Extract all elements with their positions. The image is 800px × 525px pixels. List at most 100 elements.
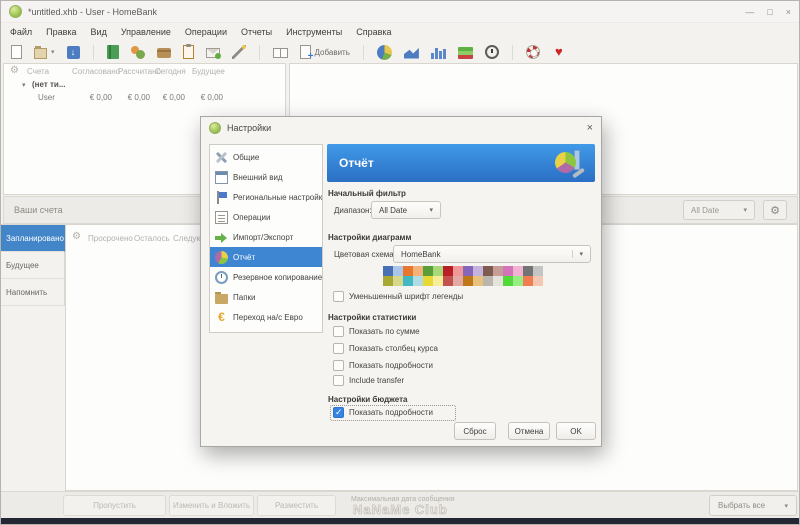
maximize-icon[interactable]: □ — [767, 7, 772, 17]
scheduled-columns-gear-icon[interactable]: ⚙ — [72, 232, 81, 242]
balance-report-button[interactable] — [429, 45, 448, 60]
show-by-amount-checkbox[interactable] — [333, 326, 344, 337]
edit-post-button[interactable]: Изменить и Вложить — [169, 495, 254, 516]
palette-swatch — [513, 266, 523, 276]
open-dropdown-icon[interactable]: ▾ — [51, 48, 55, 56]
nav-item-general[interactable]: Общие — [210, 147, 322, 167]
palette-swatch — [493, 276, 503, 286]
taskbar-edge — [1, 518, 799, 524]
nav-item-backup[interactable]: Резервное копирование — [210, 267, 322, 287]
wand-icon — [231, 45, 246, 59]
account-group-label[interactable]: (нет ти... — [32, 80, 65, 89]
payees-button[interactable] — [129, 44, 147, 60]
post-button[interactable]: Разместить — [257, 495, 336, 516]
palette-swatch — [393, 276, 403, 286]
homebank-window: *untitled.xhb - User - HomeBank — □ × Фа… — [0, 0, 800, 525]
report-settings-icon — [555, 150, 585, 179]
menu-transactions[interactable]: Операции — [185, 27, 227, 37]
nav-item-folders[interactable]: Папки — [210, 287, 322, 307]
show-details-checkbox[interactable] — [333, 360, 344, 371]
account-row-name[interactable]: User — [38, 93, 55, 102]
your-accounts-label: Ваши счета — [14, 205, 63, 215]
expander-icon[interactable]: ▾ — [22, 81, 26, 89]
scheduled-col-header[interactable]: Осталось — [134, 234, 170, 243]
menu-file[interactable]: Файл — [10, 27, 32, 37]
save-button[interactable]: ↓ — [65, 45, 82, 60]
nav-item-import-export[interactable]: Импорт/Экспорт — [210, 227, 322, 247]
categories-button[interactable] — [155, 45, 173, 59]
palette-swatch — [403, 276, 413, 286]
select-all-dropdown[interactable]: Выбрать все ▾ — [709, 495, 797, 516]
donate-button[interactable]: ♥ — [550, 44, 568, 60]
date-range-dropdown[interactable]: All Date ▾ — [371, 201, 441, 219]
scheduled-col-header[interactable]: Просрочено — [88, 234, 133, 243]
accounts-col-header[interactable]: Согласовано — [72, 67, 120, 76]
section-statistics: Настройки статистики — [328, 313, 417, 322]
watermark: NaNaMe Club — [353, 502, 448, 518]
homebank-app-icon — [9, 5, 22, 18]
new-file-button[interactable] — [9, 44, 24, 60]
tools-icon — [215, 151, 228, 164]
menu-reports[interactable]: Отчеты — [241, 27, 272, 37]
tab-remind[interactable]: Напомнить — [1, 279, 65, 306]
skip-button[interactable]: Пропустить — [63, 495, 166, 516]
folder-icon — [215, 291, 228, 304]
open-file-button[interactable]: ▾ — [32, 45, 57, 60]
settings-dialog: Настройки × Общие Внешний вид Региональн… — [200, 116, 602, 447]
color-scheme-dropdown[interactable]: HomeBank ▾ — [393, 245, 591, 263]
accounts-col-header[interactable]: Счета — [27, 67, 49, 76]
range-dropdown[interactable]: All Date ▾ — [683, 200, 755, 220]
budget-show-details-checkbox[interactable] — [333, 407, 344, 418]
show-transactions-button[interactable] — [271, 45, 290, 59]
budget-report-button[interactable] — [456, 45, 475, 60]
palette-swatch — [443, 276, 453, 286]
close-icon[interactable]: × — [786, 7, 791, 17]
assignments-button[interactable] — [230, 44, 248, 60]
palette-swatch — [483, 276, 493, 286]
scheduled-button[interactable] — [181, 44, 196, 60]
menu-help[interactable]: Справка — [356, 27, 391, 37]
account-value-future: € 0,00 — [200, 93, 223, 102]
trendtime-report-button[interactable] — [402, 45, 421, 60]
palette-swatch — [423, 276, 433, 286]
help-button[interactable] — [524, 44, 542, 60]
tab-scheduled[interactable]: Запланировано — [1, 225, 65, 252]
palette-swatch — [533, 266, 543, 276]
nav-item-report[interactable]: Отчёт — [210, 247, 322, 267]
wallet-icon — [156, 48, 171, 58]
flag-icon — [215, 190, 228, 204]
palette-row-2 — [383, 276, 543, 286]
minimize-icon[interactable]: — — [745, 7, 754, 17]
toolbar: ▾ ↓ Добавить ♥ — [1, 41, 799, 63]
ok-button[interactable]: OK — [556, 422, 596, 440]
show-rate-column-checkbox[interactable] — [333, 343, 344, 354]
nav-item-interface[interactable]: Внешний вид — [210, 167, 322, 187]
dialog-close-icon[interactable]: × — [587, 122, 593, 134]
archive-button[interactable] — [204, 45, 222, 59]
add-document-icon — [299, 45, 314, 62]
chevron-down-icon: ▾ — [743, 207, 747, 214]
nav-item-locale[interactable]: Региональные настройки — [210, 187, 322, 207]
nav-item-transactions[interactable]: Операции — [210, 207, 322, 227]
cancel-button[interactable]: Отмена — [508, 422, 550, 440]
window-icon — [215, 170, 228, 184]
accounts-button[interactable] — [105, 44, 121, 60]
accounts-settings-button[interactable]: ⚙ — [763, 200, 787, 220]
accounts-columns-gear-icon[interactable]: ⚙ — [10, 66, 19, 76]
add-transaction-button[interactable]: Добавить — [298, 44, 352, 62]
menu-manage[interactable]: Управление — [121, 27, 171, 37]
menu-tools[interactable]: Инструменты — [286, 27, 342, 37]
statistics-report-button[interactable] — [375, 44, 394, 61]
palette-swatch — [433, 276, 443, 286]
vehicle-cost-button[interactable] — [483, 44, 501, 60]
small-legend-font-checkbox[interactable] — [333, 291, 344, 302]
tab-future[interactable]: Будущее — [1, 252, 65, 279]
pie-chart-icon — [215, 250, 228, 264]
menu-view[interactable]: Вид — [91, 27, 107, 37]
reset-button[interactable]: Сброс — [454, 422, 496, 440]
nav-item-euro[interactable]: € Переход на/с Евро — [210, 307, 322, 327]
accounts-col-header[interactable]: Сегодня — [155, 67, 186, 76]
include-transfer-checkbox[interactable] — [333, 375, 344, 386]
accounts-col-header[interactable]: Будущее — [192, 67, 225, 76]
menu-edit[interactable]: Правка — [46, 27, 76, 37]
